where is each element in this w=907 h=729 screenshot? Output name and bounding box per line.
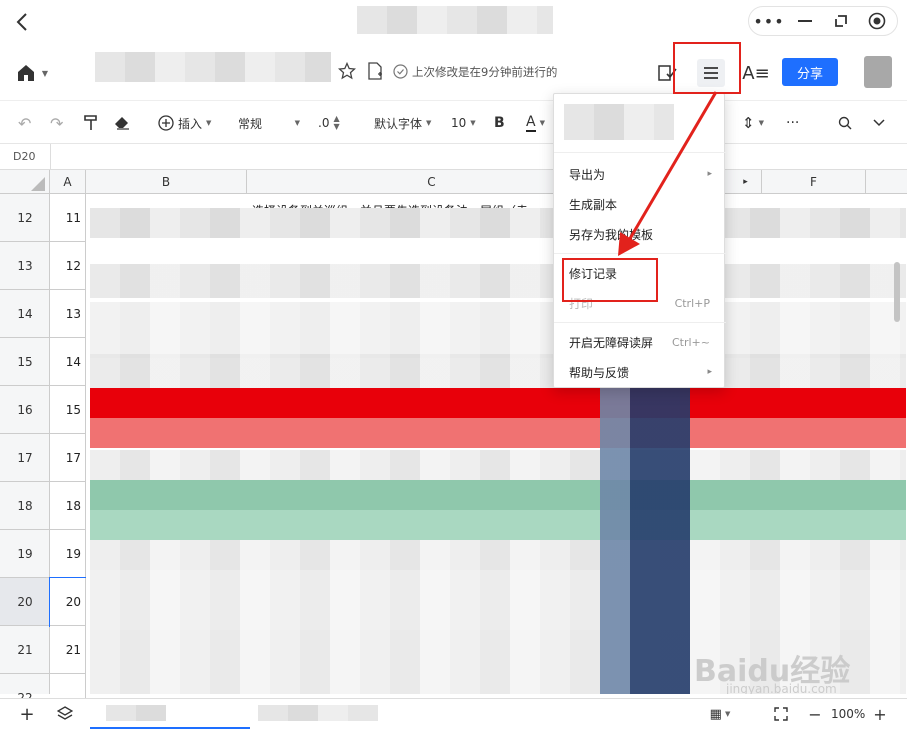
add-sheet-button[interactable]: + <box>16 703 38 725</box>
chevron-down-icon: ▼ <box>724 710 731 718</box>
sheet-list-button[interactable] <box>54 703 76 725</box>
grid-icon: ▦ <box>709 706 722 722</box>
grid-view-button[interactable]: ▦ ▼ <box>704 703 736 725</box>
sheet-tab-2[interactable] <box>250 699 400 729</box>
zoom-in-button[interactable]: + <box>870 703 890 725</box>
layers-icon <box>57 706 73 720</box>
zoom-level: 100% <box>831 707 866 721</box>
annotation-arrow <box>618 91 718 256</box>
zoom-out-button[interactable]: − <box>804 703 826 725</box>
fullscreen-button[interactable] <box>770 703 792 725</box>
sheet-tab-active[interactable] <box>90 699 250 729</box>
sheet-tab-name <box>258 705 378 721</box>
sheet-tabs-bar: + ▦ ▼ − 100% + <box>0 698 907 729</box>
sheet-tab-name <box>106 705 166 721</box>
fullscreen-icon <box>774 707 788 721</box>
